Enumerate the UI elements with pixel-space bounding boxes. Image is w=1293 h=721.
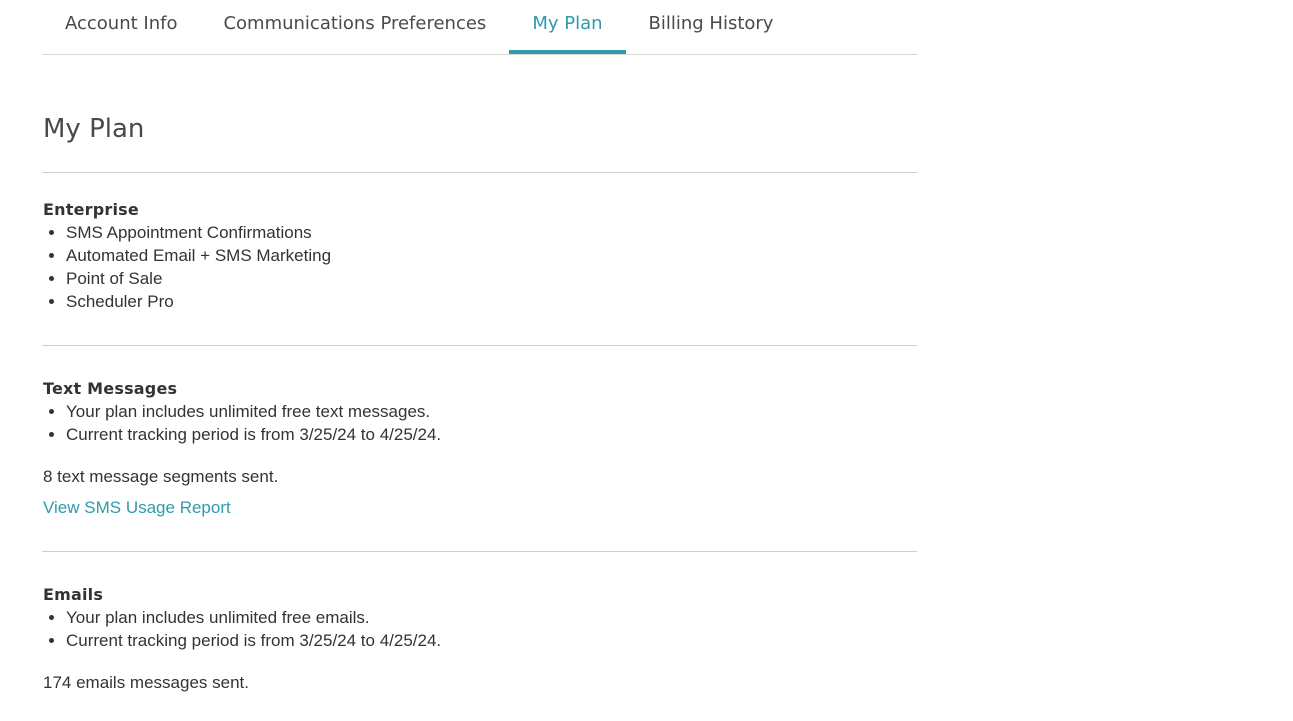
tab-communications-preferences[interactable]: Communications Preferences (200, 0, 509, 54)
tab-billing-history[interactable]: Billing History (626, 0, 797, 54)
emails-list: Your plan includes unlimited free emails… (43, 606, 913, 652)
tab-bar: Account Info Communications Preferences … (42, 0, 917, 55)
account-content: Account Info Communications Preferences … (42, 0, 917, 692)
list-item: Point of Sale (66, 267, 913, 290)
list-item: Current tracking period is from 3/25/24 … (66, 423, 913, 446)
tab-my-plan[interactable]: My Plan (509, 0, 626, 54)
emails-sent-count: 174 emails messages sent. (43, 673, 249, 692)
emails-title: Emails (43, 585, 104, 604)
view-sms-usage-report-link[interactable]: View SMS Usage Report (43, 496, 231, 519)
tab-account-info[interactable]: Account Info (42, 0, 200, 54)
list-item: SMS Appointment Confirmations (66, 221, 913, 244)
list-item: Your plan includes unlimited free text m… (66, 400, 913, 423)
plan-section: Enterprise SMS Appointment Confirmations… (43, 199, 913, 313)
plan-name: Enterprise (43, 200, 139, 219)
page-title: My Plan (43, 114, 145, 144)
list-item: Current tracking period is from 3/25/24 … (66, 629, 913, 652)
divider (42, 345, 917, 346)
list-item: Scheduler Pro (66, 290, 913, 313)
text-messages-section: Text Messages Your plan includes unlimit… (43, 378, 913, 519)
list-item: Automated Email + SMS Marketing (66, 244, 913, 267)
text-messages-title: Text Messages (43, 379, 178, 398)
divider (42, 551, 917, 552)
sms-sent-count: 8 text message segments sent. (43, 467, 279, 486)
text-messages-list: Your plan includes unlimited free text m… (43, 400, 913, 446)
emails-section: Emails Your plan includes unlimited free… (43, 584, 913, 694)
list-item: Your plan includes unlimited free emails… (66, 606, 913, 629)
plan-features-list: SMS Appointment Confirmations Automated … (43, 221, 913, 313)
divider (42, 172, 917, 173)
